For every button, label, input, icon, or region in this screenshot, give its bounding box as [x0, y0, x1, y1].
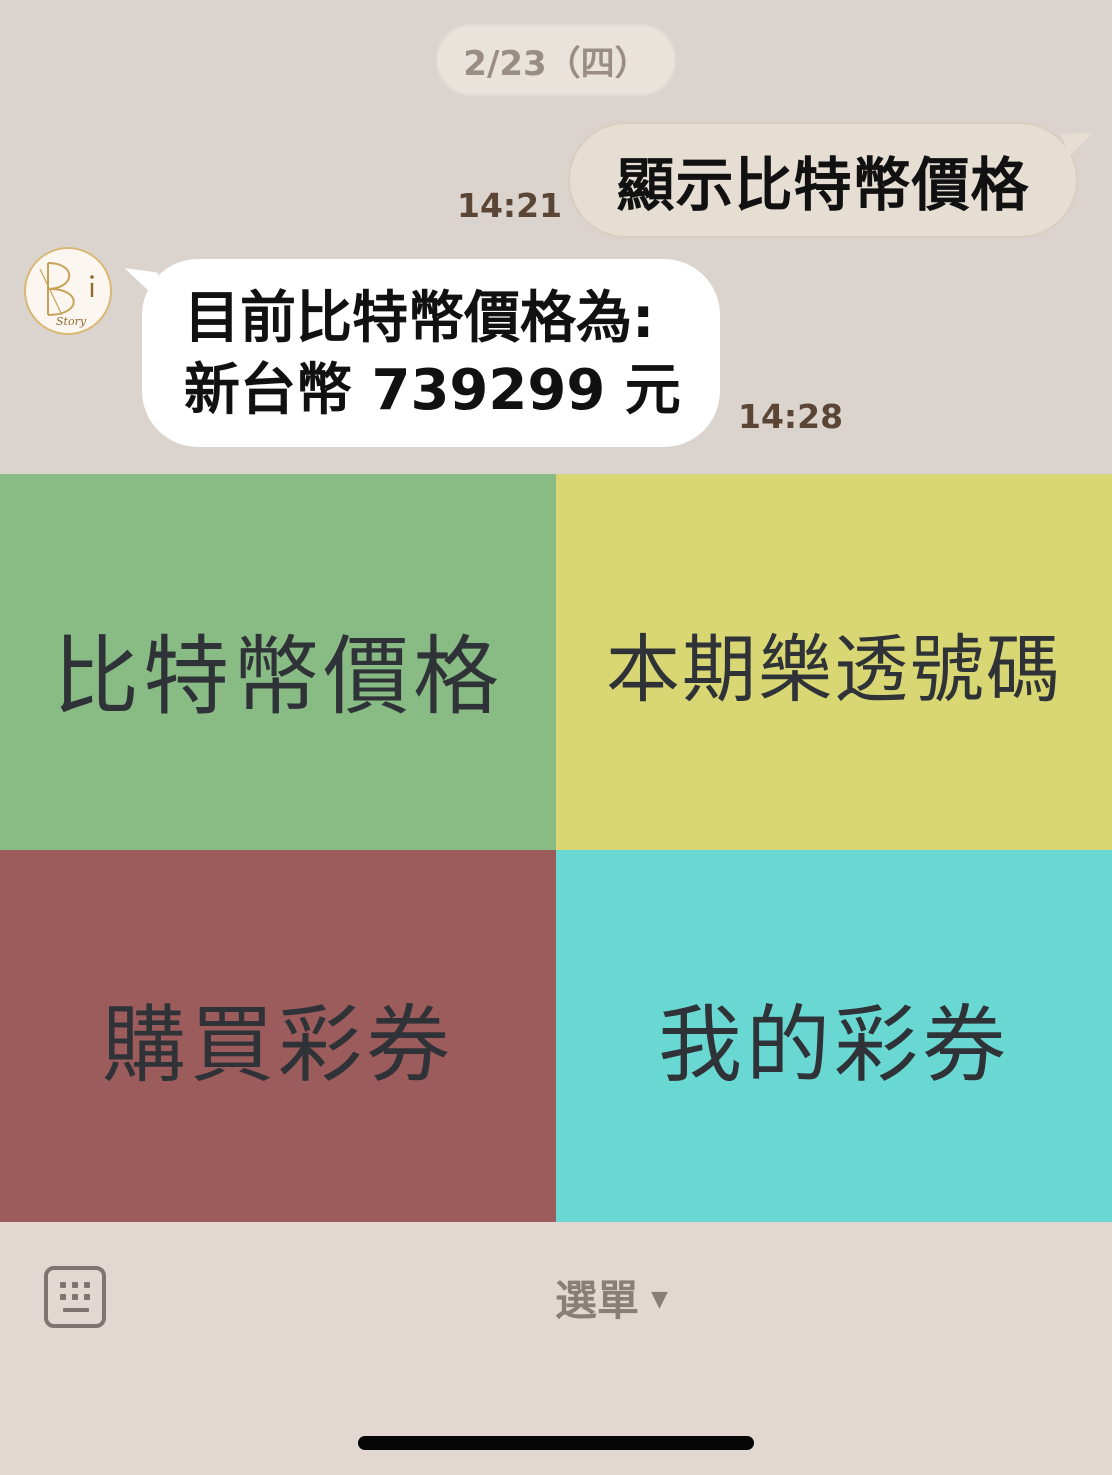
menu-tile-lotto-numbers[interactable]: 本期樂透號碼 [556, 474, 1112, 850]
menu-tile-label: 比特幣價格 [53, 626, 503, 727]
chat-area: 2/23（四） 14:21 顯示比特幣價格 Story 目前比特幣價格為: 新台… [0, 0, 1112, 474]
outgoing-message-text: 顯示比特幣價格 [616, 151, 1030, 219]
date-separator: 2/23（四） [436, 24, 676, 96]
home-indicator[interactable] [358, 1436, 754, 1450]
bi-story-logo-icon: Story [39, 262, 94, 328]
menu-tile-my-lottery[interactable]: 我的彩券 [556, 850, 1112, 1222]
menu-toggle-label: 選單 [555, 1275, 640, 1325]
incoming-message-line-1: 目前比特幣價格為: [184, 286, 655, 351]
date-label: 2/23（四） [463, 43, 649, 84]
rich-menu-toggle-button[interactable]: 選單 ▼ [555, 1272, 668, 1325]
svg-text:Story: Story [56, 315, 87, 328]
rich-menu: 比特幣價格 本期樂透號碼 購買彩券 我的彩券 [0, 474, 1112, 1222]
bottom-bar: 選單 ▼ [0, 1222, 1112, 1475]
menu-tile-label: 本期樂透號碼 [606, 626, 1062, 713]
incoming-message-line-2: 新台幣 739299 元 [184, 358, 681, 423]
keyboard-icon[interactable] [44, 1266, 106, 1328]
menu-tile-label: 我的彩券 [657, 995, 1010, 1094]
incoming-message-time: 14:28 [738, 397, 844, 436]
menu-tile-bitcoin-price[interactable]: 比特幣價格 [0, 474, 556, 850]
bot-avatar[interactable]: Story [24, 247, 112, 335]
menu-tile-label: 購買彩券 [101, 995, 454, 1094]
outgoing-message-bubble[interactable]: 顯示比特幣價格 [568, 122, 1098, 238]
outgoing-message-time: 14:21 [457, 186, 563, 225]
caret-down-icon: ▼ [651, 1286, 668, 1312]
menu-tile-buy-lottery[interactable]: 購買彩券 [0, 850, 556, 1222]
incoming-message-bubble[interactable]: 目前比特幣價格為: 新台幣 739299 元 [119, 259, 720, 447]
